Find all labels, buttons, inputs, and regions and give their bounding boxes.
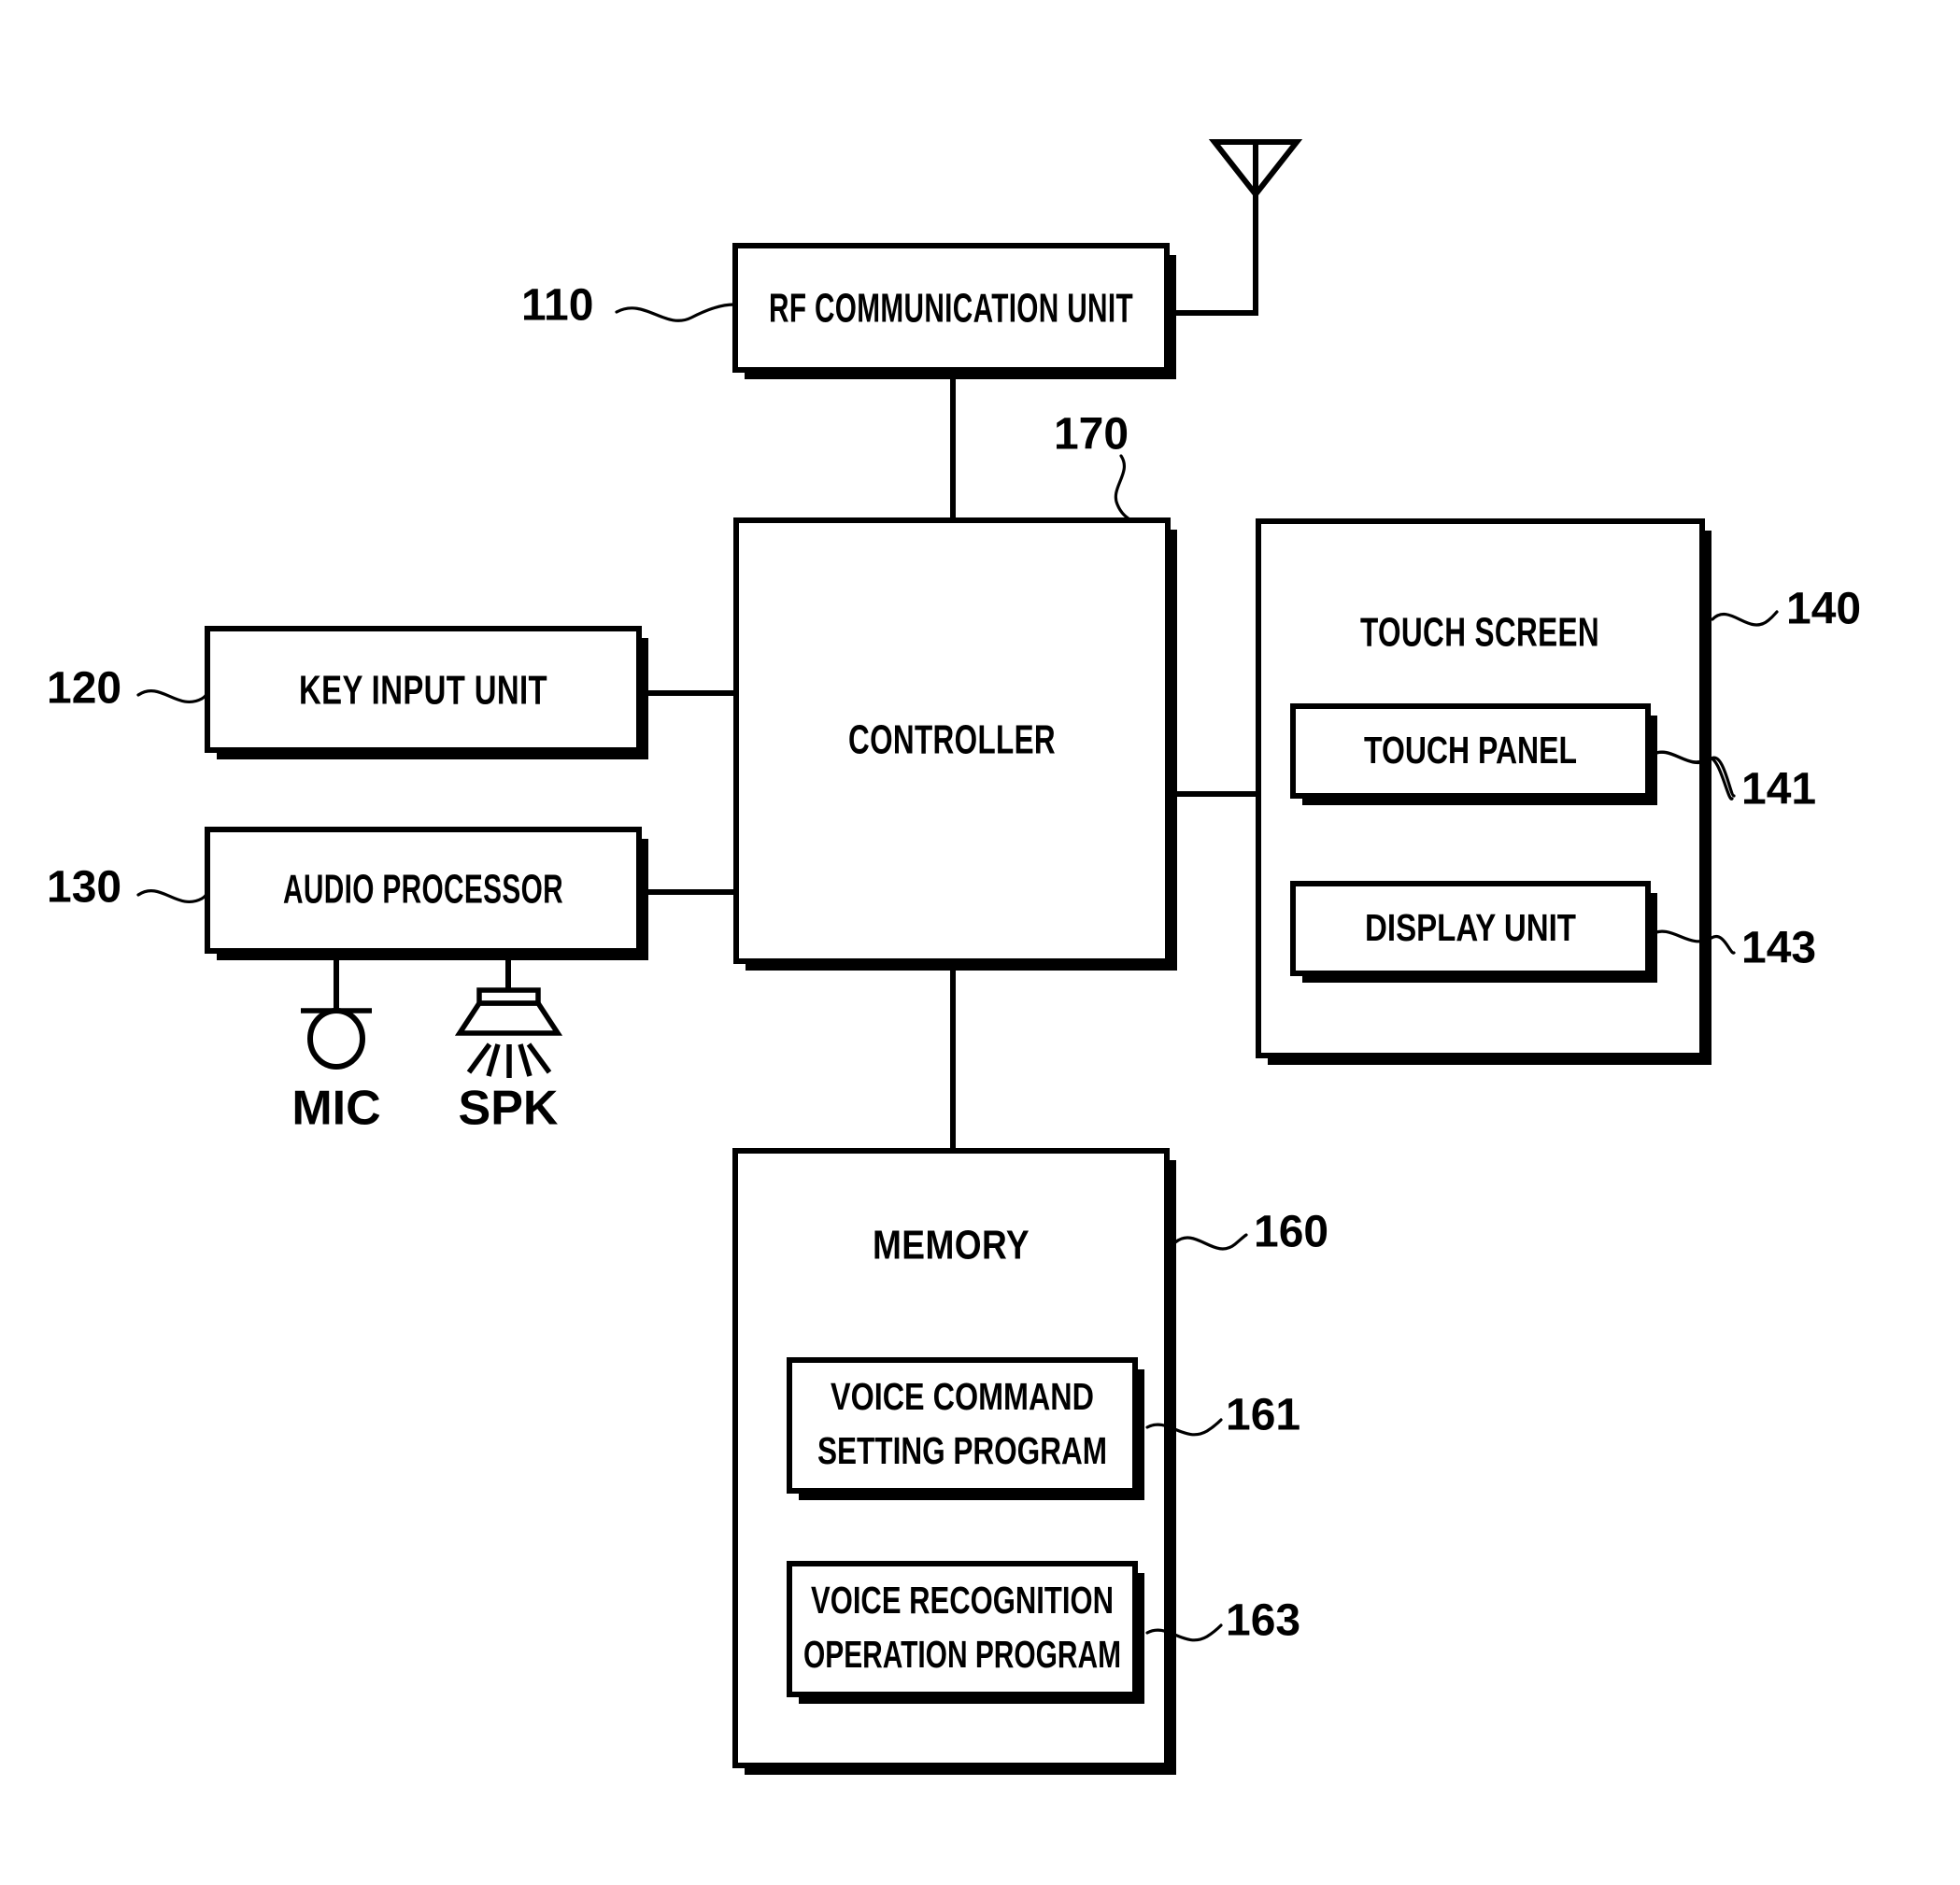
ref-110-label: 110 <box>521 281 593 331</box>
touch-panel-block[interactable]: TOUCH PANEL <box>1290 703 1657 805</box>
ref-143-label: 143 <box>1741 924 1816 973</box>
ref-120-label: 120 <box>47 664 121 714</box>
speaker-icon <box>454 987 563 1078</box>
ref-130-group: 130 <box>47 863 208 913</box>
key-input-unit-label: KEY INPUT UNIT <box>299 668 547 714</box>
touch-panel-label: TOUCH PANEL <box>1364 729 1577 772</box>
ref-170-group: 170 <box>1054 410 1134 523</box>
ref-160-label: 160 <box>1254 1208 1328 1257</box>
display-unit-label: DISPLAY UNIT <box>1365 906 1576 949</box>
spk-label: SPK <box>459 1082 559 1136</box>
ref-141-label: 141 <box>1741 765 1816 815</box>
ref-140-group: 140 <box>1711 585 1861 634</box>
touch-screen-label: TOUCH SCREEN <box>1360 610 1599 656</box>
voice-recognition-operation-program-block[interactable]: VOICE RECOGNITION OPERATION PROGRAM <box>787 1561 1144 1704</box>
touch-screen-block[interactable]: TOUCH SCREEN TOUCH PANEL DISPLAY UNIT <box>1256 518 1711 1065</box>
voice-recognition-operation-program-label-line2: OPERATION PROGRAM <box>803 1633 1121 1676</box>
memory-label: MEMORY <box>873 1223 1030 1268</box>
ref-120-group: 120 <box>47 664 208 714</box>
voice-recognition-operation-program-label-line1: VOICE RECOGNITION <box>811 1579 1114 1622</box>
rf-communication-unit-label: RF COMMUNICATION UNIT <box>769 286 1133 332</box>
ref-160-group: 160 <box>1173 1208 1328 1257</box>
key-input-unit-block[interactable]: KEY INPUT UNIT <box>205 626 648 759</box>
ref-163-label: 163 <box>1226 1596 1300 1646</box>
controller-block[interactable]: CONTROLLER <box>733 517 1177 971</box>
audio-processor-block[interactable]: AUDIO PROCESSOR <box>205 827 648 960</box>
memory-block[interactable]: MEMORY VOICE COMMAND SETTING PROGRAM VOI… <box>732 1148 1176 1775</box>
voice-command-setting-program-label-line2: SETTING PROGRAM <box>817 1429 1107 1472</box>
diagram-canvas: RF COMMUNICATION UNIT 110 KEY INPUT UNIT… <box>47 139 1861 1775</box>
audio-processor-label: AUDIO PROCESSOR <box>283 867 563 913</box>
antenna-icon <box>1208 139 1303 199</box>
ref-130-label: 130 <box>47 863 121 913</box>
ref-110-group: 110 <box>521 281 736 331</box>
rf-communication-unit-block[interactable]: RF COMMUNICATION UNIT <box>732 243 1176 379</box>
ref-140-label: 140 <box>1786 585 1861 634</box>
voice-command-setting-program-label-line1: VOICE COMMAND <box>831 1375 1094 1418</box>
display-unit-block[interactable]: DISPLAY UNIT <box>1290 881 1657 983</box>
mic-label: MIC <box>291 1082 380 1136</box>
ref-170-label: 170 <box>1054 410 1129 460</box>
voice-command-setting-program-block[interactable]: VOICE COMMAND SETTING PROGRAM <box>787 1357 1144 1500</box>
ref-161-label: 161 <box>1226 1391 1300 1440</box>
controller-label: CONTROLLER <box>848 717 1056 763</box>
microphone-icon <box>301 1008 372 1070</box>
block-diagram-figure: RF COMMUNICATION UNIT 110 KEY INPUT UNIT… <box>0 0 1960 1885</box>
antenna-to-rf-connector <box>1167 191 1258 316</box>
